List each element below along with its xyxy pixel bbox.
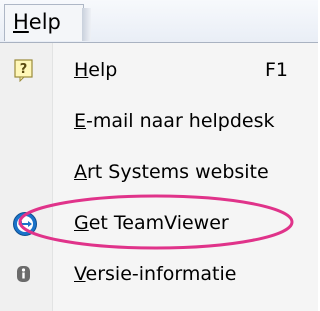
- menu-item-version-info[interactable]: Versie-informatie: [0, 251, 318, 301]
- menu-item-help[interactable]: ? Help F1: [0, 47, 318, 97]
- teamviewer-icon: [12, 211, 37, 236]
- menu-item-shortcut: F1: [264, 59, 288, 81]
- menu-item-get-teamviewer[interactable]: Get TeamViewer: [0, 200, 318, 250]
- help-menu-button[interactable]: Help: [4, 4, 84, 41]
- menu-item-label: Versie-informatie: [74, 263, 237, 285]
- help-question-icon: ?: [12, 58, 36, 83]
- menu-item-label: E-mail naar helpdesk: [74, 110, 275, 132]
- menu-item-label: Get TeamViewer: [74, 212, 229, 234]
- svg-text:?: ?: [20, 62, 28, 77]
- help-menu-label: Help: [13, 10, 61, 34]
- menu-item-label: Help: [74, 59, 118, 81]
- help-dropdown-menu: ? Help F1 E-mail naar helpdesk Art Syste…: [0, 42, 318, 311]
- info-icon: [12, 262, 36, 286]
- menu-bar: Help: [0, 0, 318, 43]
- menu-item-website[interactable]: Art Systems website: [0, 149, 318, 199]
- menu-item-email-helpdesk[interactable]: E-mail naar helpdesk: [0, 98, 318, 148]
- menu-item-label: Art Systems website: [74, 161, 269, 183]
- menu-tab-edge: [82, 8, 91, 41]
